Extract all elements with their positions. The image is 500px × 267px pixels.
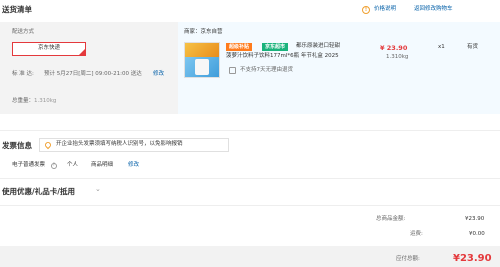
section-title-delivery-list: 送货清单 <box>2 5 32 14</box>
invoice-tip-text: 开企业抬头发票须填写纳税人识别号，以免影响报销 <box>56 141 183 148</box>
brand-tag: 京东超市 <box>262 43 289 51</box>
freight-value: ¥0.00 <box>469 231 485 237</box>
shipping-method-label: 配送方式 <box>12 29 35 35</box>
payable-value: ¥23.90 <box>453 253 492 264</box>
store-label: 商家：京东自营 <box>184 29 223 35</box>
no-return-text: 不支持7天无理由退货 <box>240 67 293 73</box>
product-title-line2[interactable]: 菠萝汁饮料子饮料177ml*6瓶 年节礼盒 2025 <box>226 53 339 60</box>
product-title-line1[interactable]: 都乐原装进口轻甜 <box>296 43 340 50</box>
selected-corner-icon <box>79 49 85 55</box>
location-pin-icon <box>43 140 53 150</box>
invoice-tip: 开企业抬头发票须填写纳税人识别号，以免影响报销 <box>39 138 229 152</box>
divider <box>0 130 500 131</box>
invoice-type: 电子普通发票 <box>12 162 46 168</box>
info-icon[interactable]: ! <box>362 6 370 14</box>
shipping-method-value: 京东快递 <box>37 45 60 52</box>
shipping-method-option[interactable]: 京东快递 <box>12 42 86 56</box>
chevron-down-icon[interactable]: ⌄ <box>95 186 101 193</box>
store-panel <box>178 22 500 114</box>
product-thumbnail[interactable] <box>184 42 220 78</box>
stock-status: 有货 <box>467 44 479 50</box>
total-goods-label: 总商品金额: <box>376 216 406 222</box>
delivery-prefix: 标 准 达: <box>12 71 34 77</box>
total-goods-value: ¥23.90 <box>465 216 485 222</box>
divider <box>0 178 500 179</box>
invoice-holder: 个人 <box>67 162 79 168</box>
delivery-time: 预计 5月27日[周二] 09:00-21:00 送达 <box>44 71 142 77</box>
coupons-section-title[interactable]: 使用优惠/礼品卡/抵用 <box>2 188 75 196</box>
promo-tag: 超级补贴 <box>226 43 253 51</box>
payable-label: 应付总额: <box>396 256 420 262</box>
weight-label: 总重量： <box>12 98 35 104</box>
price-note-link[interactable]: 价格说明 <box>374 6 396 13</box>
back-to-cart-link[interactable]: 返回修改购物车 <box>414 6 453 13</box>
divider <box>0 205 500 206</box>
invoice-content: 商品明细 <box>91 162 114 168</box>
freight-label: 运费: <box>410 231 423 237</box>
modify-delivery-link[interactable]: 修改 <box>153 71 164 78</box>
weight-value: 1.310kg <box>34 98 57 104</box>
payable-bar <box>0 246 500 267</box>
product-price: ¥ 23.90 <box>380 44 408 52</box>
product-quantity: x1 <box>438 44 445 50</box>
product-weight: 1.310kg <box>386 54 409 60</box>
invoice-section-title: 发票信息 <box>2 141 32 150</box>
help-icon[interactable]: ? <box>51 163 57 169</box>
modify-invoice-link[interactable]: 修改 <box>128 162 139 169</box>
no-return-icon <box>229 67 236 74</box>
